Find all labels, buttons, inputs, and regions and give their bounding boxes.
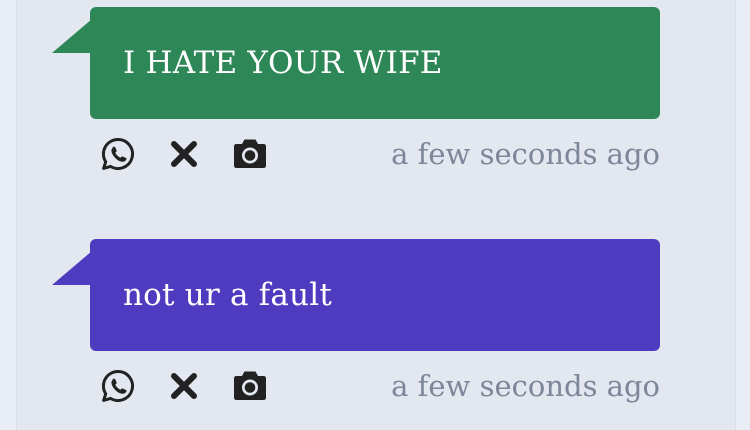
post-actions: a few seconds ago [98, 134, 660, 174]
whatsapp-icon [101, 137, 134, 170]
message-text: I HATE YOUR WIFE [123, 45, 443, 81]
post-timestamp: a few seconds ago [391, 137, 660, 171]
message-bubble: not ur a fault [90, 239, 660, 351]
whatsapp-icon [101, 369, 134, 402]
screenshot-button[interactable] [230, 134, 270, 174]
whatsapp-share-button[interactable] [98, 134, 138, 174]
page: I HATE YOUR WIFE a few seconds ago not u… [0, 0, 750, 430]
close-icon [171, 373, 197, 399]
screenshot-button[interactable] [230, 366, 270, 406]
close-button[interactable] [164, 134, 204, 174]
post-timestamp: a few seconds ago [391, 369, 660, 403]
post-actions: a few seconds ago [98, 366, 660, 406]
camera-icon [234, 139, 266, 168]
whatsapp-share-button[interactable] [98, 366, 138, 406]
bubble-tail [52, 251, 92, 285]
camera-icon [234, 371, 266, 400]
close-button[interactable] [164, 366, 204, 406]
bubble-tail [52, 19, 92, 53]
message-text: not ur a fault [123, 277, 333, 313]
message-bubble: I HATE YOUR WIFE [90, 7, 660, 119]
close-icon [171, 141, 197, 167]
